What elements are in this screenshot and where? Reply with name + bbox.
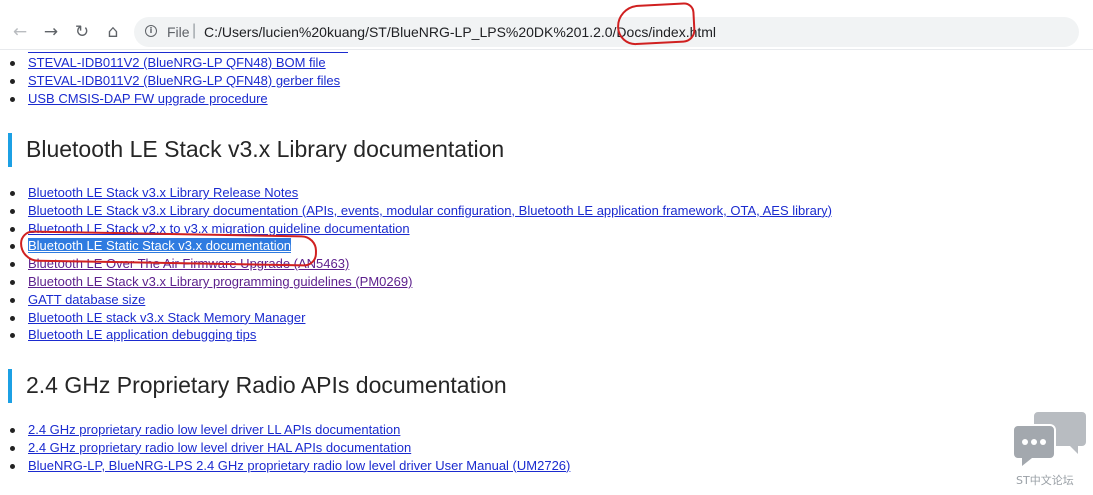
list-item: USB CMSIS-DAP FW upgrade procedure <box>10 90 340 108</box>
bom-file-link[interactable]: STEVAL-IDB011V2 (BlueNRG-LP QFN48) BOM f… <box>28 55 326 70</box>
cut-off-link <box>28 50 348 53</box>
url-separator: | <box>192 22 197 39</box>
user-manual-link[interactable]: BlueNRG-LP, BlueNRG-LPS 2.4 GHz propriet… <box>28 458 570 473</box>
cmsis-dap-upgrade-link[interactable]: USB CMSIS-DAP FW upgrade procedure <box>28 91 268 106</box>
board-files-list: STEVAL-IDB011V2 (BlueNRG-LP QFN48) BOM f… <box>10 54 340 107</box>
info-icon[interactable]: i <box>145 25 157 37</box>
url-text[interactable]: C:/Users/lucien%20kuang/ST/BlueNRG-LP_LP… <box>204 24 716 40</box>
list-item: BlueNRG-LP, BlueNRG-LPS 2.4 GHz propriet… <box>10 457 570 475</box>
stack-memory-manager-link[interactable]: Bluetooth LE stack v3.x Stack Memory Man… <box>28 310 305 325</box>
list-item: 2.4 GHz proprietary radio low level driv… <box>10 421 570 439</box>
migration-guideline-link[interactable]: Bluetooth LE Stack v2.x to v3.x migratio… <box>28 221 410 236</box>
list-item: Bluetooth LE application debugging tips <box>10 326 832 344</box>
section-title: 2.4 GHz Proprietary Radio APIs documenta… <box>26 372 507 398</box>
library-documentation-link[interactable]: Bluetooth LE Stack v3.x Library document… <box>28 203 832 218</box>
debugging-tips-link[interactable]: Bluetooth LE application debugging tips <box>28 327 256 342</box>
chat-bubbles-icon <box>1014 412 1086 466</box>
list-item: Bluetooth LE Over The Air Firmware Upgra… <box>10 255 832 273</box>
list-item: 2.4 GHz proprietary radio low level driv… <box>10 439 570 457</box>
forum-watermark: ST中文论坛 <box>1012 410 1088 488</box>
list-item: Bluetooth LE stack v3.x Stack Memory Man… <box>10 309 832 327</box>
stack-docs-list: Bluetooth LE Stack v3.x Library Release … <box>10 184 832 344</box>
gerber-files-link[interactable]: STEVAL-IDB011V2 (BlueNRG-LP QFN48) gerbe… <box>28 73 340 88</box>
section-heading-stack: Bluetooth LE Stack v3.x Library document… <box>8 133 504 167</box>
list-item: STEVAL-IDB011V2 (BlueNRG-LP QFN48) gerbe… <box>10 72 340 90</box>
hal-apis-link[interactable]: 2.4 GHz proprietary radio low level driv… <box>28 440 411 455</box>
list-item: Bluetooth LE Stack v3.x Library Release … <box>10 184 832 202</box>
list-item: Bluetooth LE Stack v3.x Library programm… <box>10 273 832 291</box>
static-stack-documentation-link[interactable]: Bluetooth LE Static Stack v3.x documenta… <box>28 238 292 254</box>
address-bar[interactable]: i File | C:/Users/lucien%20kuang/ST/Blue… <box>134 17 1079 47</box>
browser-toolbar: ← → ↻ ⌂ i File | C:/Users/lucien%20kuang… <box>0 0 1093 50</box>
reload-icon[interactable]: ↻ <box>71 21 93 43</box>
back-arrow-icon[interactable]: ← <box>9 21 31 43</box>
list-item: Bluetooth LE Stack v2.x to v3.x migratio… <box>10 220 832 238</box>
release-notes-link[interactable]: Bluetooth LE Stack v3.x Library Release … <box>28 185 298 200</box>
list-item: Bluetooth LE Static Stack v3.x documenta… <box>10 237 832 255</box>
list-item: STEVAL-IDB011V2 (BlueNRG-LP QFN48) BOM f… <box>10 54 340 72</box>
section-title: Bluetooth LE Stack v3.x Library document… <box>26 136 505 162</box>
ll-apis-link[interactable]: 2.4 GHz proprietary radio low level driv… <box>28 422 400 437</box>
gatt-database-size-link[interactable]: GATT database size <box>28 292 145 307</box>
radio-docs-list: 2.4 GHz proprietary radio low level driv… <box>10 421 570 474</box>
home-icon[interactable]: ⌂ <box>102 21 124 43</box>
forward-arrow-icon[interactable]: → <box>40 21 62 43</box>
list-item: GATT database size <box>10 291 832 309</box>
page-content: STEVAL-IDB011V2 (BlueNRG-LP QFN48) BOM f… <box>0 50 1093 495</box>
list-item: Bluetooth LE Stack v3.x Library document… <box>10 202 832 220</box>
ota-firmware-upgrade-link[interactable]: Bluetooth LE Over The Air Firmware Upgra… <box>28 256 349 271</box>
section-heading-radio: 2.4 GHz Proprietary Radio APIs documenta… <box>8 369 507 403</box>
programming-guidelines-link[interactable]: Bluetooth LE Stack v3.x Library programm… <box>28 274 412 289</box>
url-scheme-label: File <box>167 24 190 40</box>
watermark-text: ST中文论坛 <box>1016 474 1074 487</box>
